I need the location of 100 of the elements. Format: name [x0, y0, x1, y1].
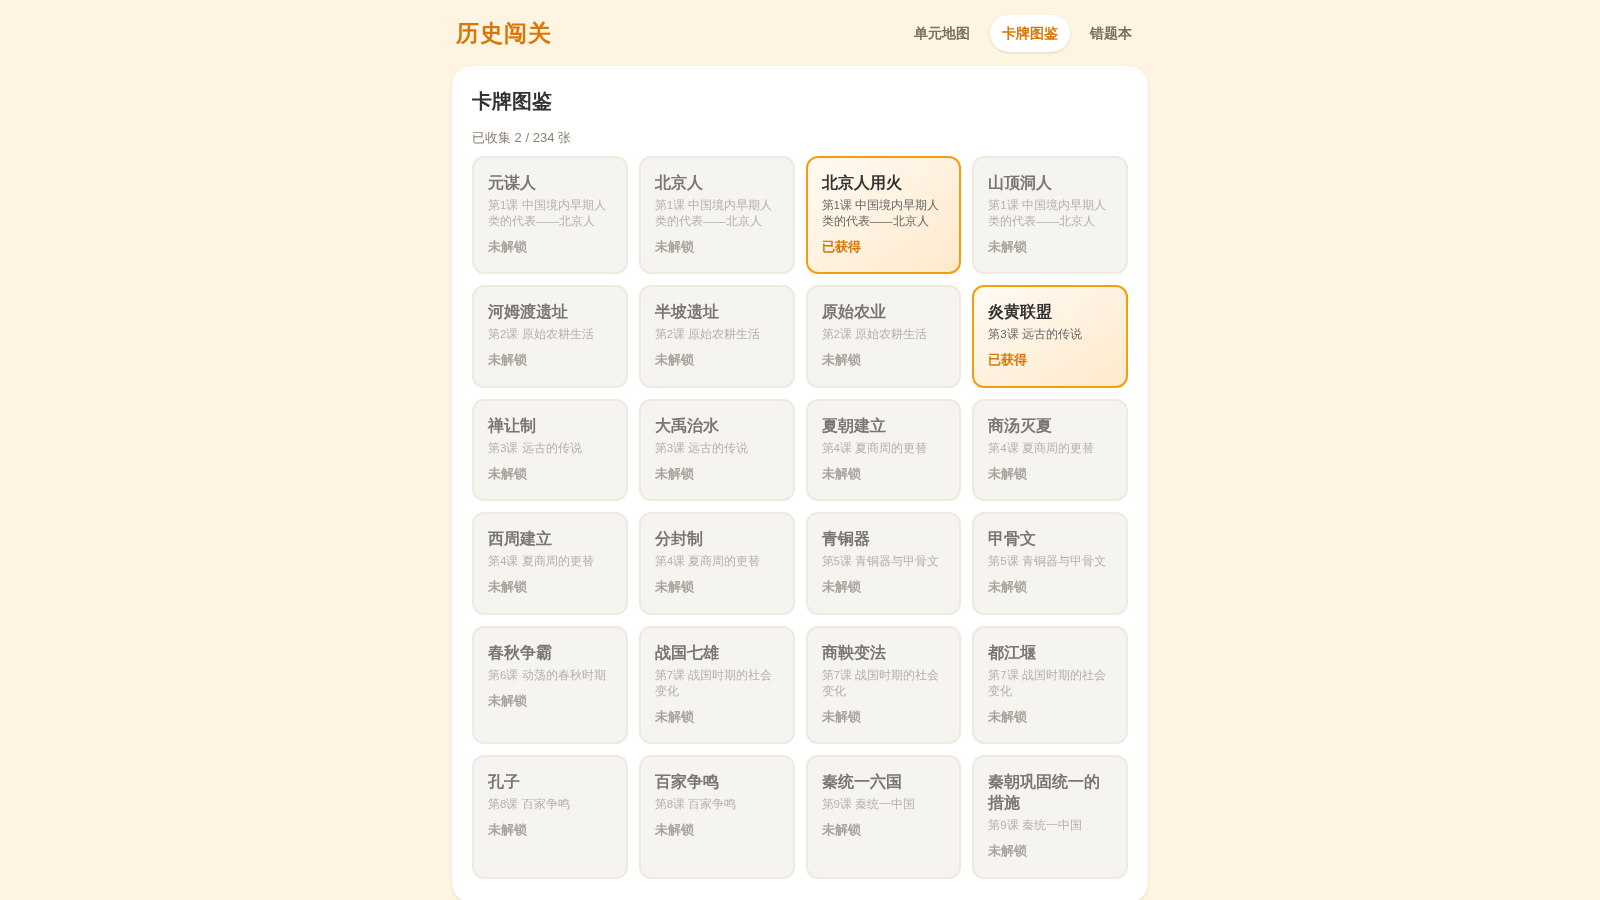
card-lesson: 第4课 夏商周的更替 — [821, 440, 929, 456]
card-lesson: 第1课 中国境内早期人类的代表——北京人 — [988, 197, 1107, 229]
card-lesson: 第7课 战国时期的社会变化 — [988, 667, 1107, 699]
history-card[interactable]: 百家争鸣 第8课 百家争鸣 未解锁 — [638, 755, 795, 879]
card-status: 未解锁 — [821, 464, 862, 483]
card-status: 已获得 — [821, 237, 862, 256]
panel-title: 卡牌图鉴 — [472, 89, 553, 114]
card-lesson: 第8课 百家争鸣 — [488, 797, 571, 812]
card-status: 未解锁 — [821, 707, 862, 726]
card-title: 商汤灭夏 — [988, 415, 1054, 436]
card-lesson: 第4课 夏商周的更替 — [654, 554, 762, 569]
card-title: 禅让制 — [488, 415, 537, 436]
history-card[interactable]: 春秋争霸 第6课 动荡的春秋时期 未解锁 — [472, 625, 628, 744]
card-title: 河姆渡遗址 — [488, 302, 569, 322]
card-lesson: 第9课 秦统一中国 — [988, 818, 1083, 833]
card-status: 未解锁 — [988, 578, 1029, 596]
history-card[interactable]: 分封制 第4课 夏商周的更替 未解锁 — [638, 512, 795, 615]
history-card[interactable]: 秦朝巩固统一的措施 第9课 秦统一中国 未解锁 — [972, 755, 1128, 879]
card-title: 百家争鸣 — [654, 772, 720, 792]
card-lesson: 第7课 战国时期的社会变化 — [654, 667, 774, 699]
card-lesson: 第9课 秦统一中国 — [821, 797, 917, 812]
card-title: 春秋争霸 — [488, 642, 553, 663]
card-title: 战国七雄 — [654, 642, 720, 663]
card-title: 炎黄联盟 — [988, 302, 1054, 322]
card-title: 秦统一六国 — [821, 772, 903, 792]
card-status: 未解锁 — [654, 578, 695, 596]
card-status: 未解锁 — [654, 821, 695, 839]
card-status: 已获得 — [988, 351, 1029, 369]
card-status: 未解锁 — [988, 237, 1029, 256]
history-card[interactable]: 孔子 第8课 百家争鸣 未解锁 — [472, 755, 628, 879]
card-lesson: 第6课 动荡的春秋时期 — [488, 667, 607, 683]
card-status: 未解锁 — [488, 578, 528, 596]
history-card[interactable]: 半坡遗址 第2课 原始农耕生活 未解锁 — [638, 285, 795, 388]
card-title: 大禹治水 — [654, 415, 720, 436]
card-title: 孔子 — [488, 772, 521, 792]
card-status: 未解锁 — [488, 464, 528, 483]
card-status: 未解锁 — [488, 237, 528, 256]
history-card[interactable]: 青铜器 第5课 青铜器与甲骨文 未解锁 — [805, 512, 962, 615]
history-card[interactable]: 夏朝建立 第4课 夏商周的更替 未解锁 — [805, 398, 962, 501]
card-title: 青铜器 — [821, 529, 871, 549]
history-card[interactable]: 西周建立 第4课 夏商周的更替 未解锁 — [472, 512, 628, 615]
card-lesson: 第3课 远古的传说 — [488, 440, 583, 456]
card-status: 未解锁 — [821, 821, 862, 839]
card-title: 都江堰 — [988, 642, 1038, 663]
card-status: 未解锁 — [488, 691, 528, 710]
card-status: 未解锁 — [821, 578, 862, 596]
history-card[interactable]: 河姆渡遗址 第2课 原始农耕生活 未解锁 — [472, 285, 628, 388]
card-status: 未解锁 — [654, 707, 695, 726]
card-title: 山顶洞人 — [988, 172, 1054, 193]
history-card[interactable]: 商汤灭夏 第4课 夏商周的更替 未解锁 — [972, 398, 1128, 501]
card-title: 甲骨文 — [988, 529, 1038, 549]
card-status: 未解锁 — [488, 351, 528, 369]
card-status: 未解锁 — [654, 464, 695, 483]
card-title: 北京人 — [654, 172, 704, 193]
card-lesson: 第2课 原始农耕生活 — [821, 327, 929, 342]
history-card[interactable]: 甲骨文 第5课 青铜器与甲骨文 未解锁 — [972, 512, 1128, 615]
card-status: 未解锁 — [488, 821, 528, 839]
history-card[interactable]: 禅让制 第3课 远古的传说 未解锁 — [472, 398, 628, 501]
history-card[interactable]: 山顶洞人 第1课 中国境内早期人类的代表——北京人 未解锁 — [972, 155, 1128, 274]
card-lesson: 第2课 原始农耕生活 — [654, 327, 762, 342]
history-card[interactable]: 商鞅变法 第7课 战国时期的社会变化 未解锁 — [805, 625, 962, 744]
history-card[interactable]: 都江堰 第7课 战国时期的社会变化 未解锁 — [972, 625, 1128, 744]
card-status: 未解锁 — [654, 237, 695, 256]
nav-tab[interactable]: 单元地图 — [902, 14, 982, 52]
history-card[interactable]: 北京人 第1课 中国境内早期人类的代表——北京人 未解锁 — [638, 155, 795, 274]
card-lesson: 第5课 青铜器与甲骨文 — [988, 554, 1107, 569]
card-status: 未解锁 — [988, 464, 1029, 483]
history-card[interactable]: 原始农业 第2课 原始农耕生活 未解锁 — [805, 285, 962, 388]
nav-tab[interactable]: 错题本 — [1078, 14, 1144, 52]
card-lesson: 第4课 夏商周的更替 — [488, 554, 595, 569]
card-lesson: 第1课 中国境内早期人类的代表——北京人 — [821, 197, 941, 229]
history-card[interactable]: 大禹治水 第3课 远古的传说 未解锁 — [638, 398, 795, 501]
card-lesson: 第5课 青铜器与甲骨文 — [821, 554, 941, 569]
card-title: 西周建立 — [488, 529, 553, 549]
card-title: 商鞅变法 — [821, 642, 887, 663]
card-status: 未解锁 — [821, 351, 862, 369]
card-title: 秦朝巩固统一的措施 — [988, 772, 1102, 813]
card-lesson: 第4课 夏商周的更替 — [988, 440, 1095, 456]
card-lesson: 第3课 远古的传说 — [988, 327, 1083, 342]
card-lesson: 第3课 远古的传说 — [654, 440, 750, 456]
card-title: 北京人用火 — [821, 172, 903, 193]
card-lesson: 第2课 原始农耕生活 — [488, 327, 595, 342]
collection-count: 已收集 2 / 234 张 — [472, 129, 572, 147]
history-card[interactable]: 北京人用火 第1课 中国境内早期人类的代表——北京人 已获得 — [805, 155, 962, 274]
card-lesson: 第8课 百家争鸣 — [654, 797, 738, 812]
card-lesson: 第7课 战国时期的社会变化 — [821, 667, 941, 699]
card-title: 分封制 — [654, 529, 704, 549]
app-logo: 历史闯关 — [456, 18, 553, 48]
card-status: 未解锁 — [988, 842, 1029, 860]
card-status: 未解锁 — [654, 351, 695, 369]
card-lesson: 第1课 中国境内早期人类的代表——北京人 — [488, 197, 607, 229]
history-card[interactable]: 元谋人 第1课 中国境内早期人类的代表——北京人 未解锁 — [472, 155, 628, 274]
card-lesson: 第1课 中国境内早期人类的代表——北京人 — [654, 197, 774, 229]
history-card[interactable]: 战国七雄 第7课 战国时期的社会变化 未解锁 — [638, 625, 795, 744]
nav-tab[interactable]: 卡牌图鉴 — [990, 14, 1070, 52]
card-title: 半坡遗址 — [654, 302, 720, 322]
history-card[interactable]: 炎黄联盟 第3课 远古的传说 已获得 — [972, 285, 1128, 388]
card-title: 夏朝建立 — [821, 415, 887, 436]
history-card[interactable]: 秦统一六国 第9课 秦统一中国 未解锁 — [805, 755, 962, 879]
card-title: 原始农业 — [821, 302, 887, 322]
